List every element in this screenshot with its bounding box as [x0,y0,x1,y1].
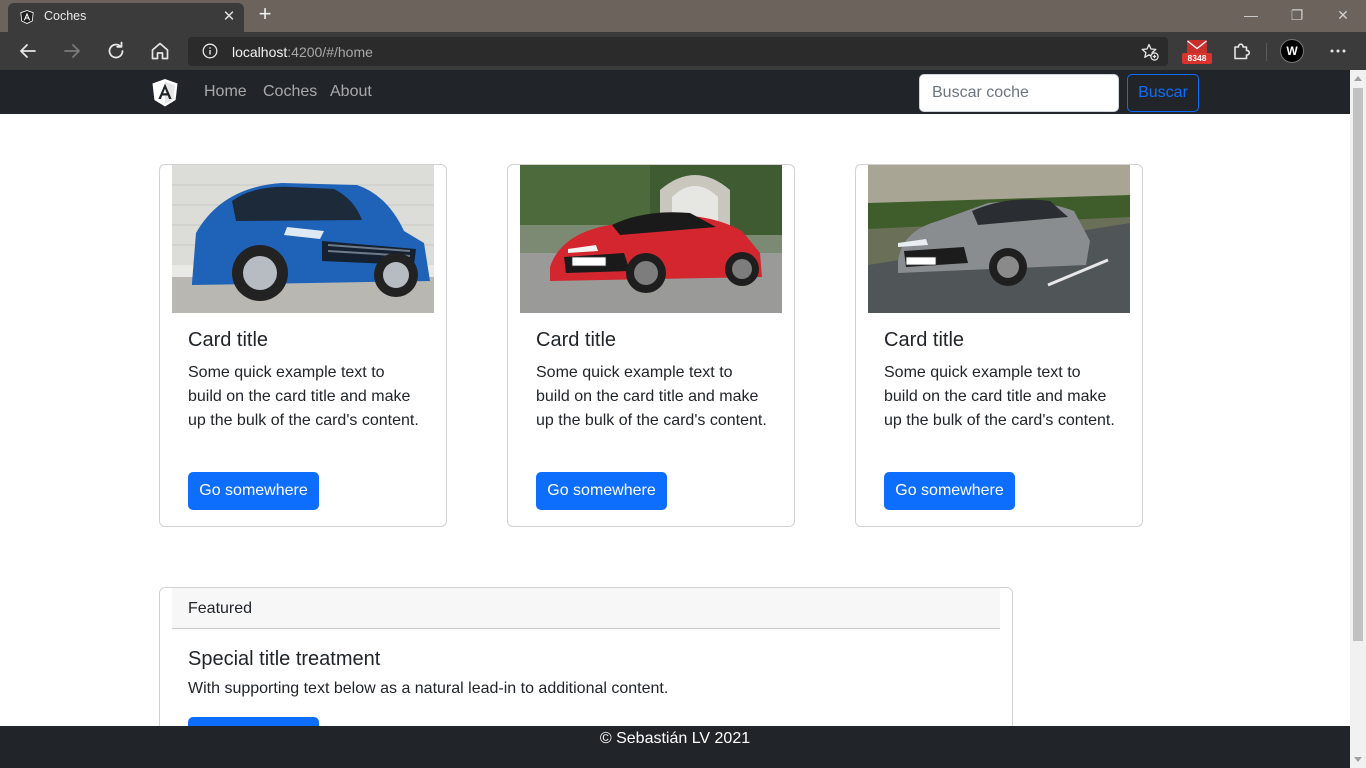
nav-link-home[interactable]: Home [204,83,247,101]
car-card: Card title Some quick example text to bu… [507,164,795,527]
search-input[interactable] [919,74,1119,112]
page-scrollbar[interactable] [1350,70,1366,768]
site-navbar: Home Coches About Buscar [0,70,1350,114]
nav-link-coches[interactable]: Coches [263,83,317,101]
mail-extension-button[interactable]: 8348 [1182,36,1212,66]
browser-tab[interactable]: Coches ✕ [8,3,244,32]
address-url: localhost:4200/#/home [232,44,373,60]
back-arrow-icon[interactable] [16,39,40,63]
extensions-puzzle-icon[interactable] [1229,39,1253,63]
featured-title: Special title treatment [188,648,381,670]
new-tab-icon[interactable]: + [254,3,276,26]
site-info-icon[interactable] [202,43,218,59]
card-title: Card title [188,329,269,351]
scroll-thumb[interactable] [1353,88,1363,641]
add-favorite-icon[interactable] [1140,42,1160,62]
forward-arrow-icon[interactable] [60,39,84,63]
featured-header-label: Featured [188,600,253,617]
tab-title: Coches [44,9,87,23]
card-image-red-car [520,165,782,313]
mail-count-badge: 8348 [1182,53,1212,64]
close-window-icon[interactable]: ✕ [1330,4,1356,26]
car-card: Card title Some quick example text to bu… [159,164,447,527]
page-viewport: Home Coches About Buscar coche Buscar Ca… [0,70,1350,768]
card-text: Some quick example text to build on the … [188,364,419,429]
address-path: :4200/#/home [287,44,373,60]
search-button[interactable]: Buscar [1127,74,1199,112]
nav-link-about[interactable]: About [330,83,372,101]
card-image-grey-car [868,165,1130,313]
angular-favicon-icon [20,10,34,24]
card-text: Some quick example text to build on the … [536,364,767,429]
reload-icon[interactable] [104,39,128,63]
featured-text: With supporting text below as a natural … [188,680,669,697]
profile-avatar[interactable]: W [1280,39,1304,63]
card-text: Some quick example text to build on the … [884,364,1115,429]
scroll-up-arrow-icon[interactable] [1354,76,1362,81]
address-host: localhost [232,44,288,60]
featured-card-header: Featured [172,588,1000,629]
angular-logo-icon[interactable] [151,78,179,108]
browser-tab-bar: Coches ✕ + — ❐ ✕ [0,0,1366,32]
more-options-icon[interactable] [1326,39,1350,63]
car-card: Card title Some quick example text to bu… [855,164,1143,527]
browser-toolbar: localhost:4200/#/home 8348 W [0,32,1366,70]
footer-copyright: © Sebastián LV 2021 [599,730,751,747]
go-somewhere-button[interactable]: Go somewhere [536,472,667,510]
go-somewhere-button[interactable]: Go somewhere [884,472,1015,510]
toolbar-divider [1266,43,1267,61]
go-somewhere-button[interactable]: Go somewhere [188,472,319,510]
site-footer: © Sebastián LV 2021 [0,726,1350,768]
tab-close-icon[interactable]: ✕ [220,8,238,26]
minimize-window-icon[interactable]: — [1238,4,1264,26]
address-bar[interactable]: localhost:4200/#/home [188,37,1168,66]
card-title: Card title [536,329,617,351]
card-image-blue-car [172,165,434,313]
home-icon[interactable] [148,39,172,63]
restore-window-icon[interactable]: ❐ [1284,4,1310,26]
card-title: Card title [884,329,965,351]
scroll-down-arrow-icon[interactable] [1354,757,1362,762]
